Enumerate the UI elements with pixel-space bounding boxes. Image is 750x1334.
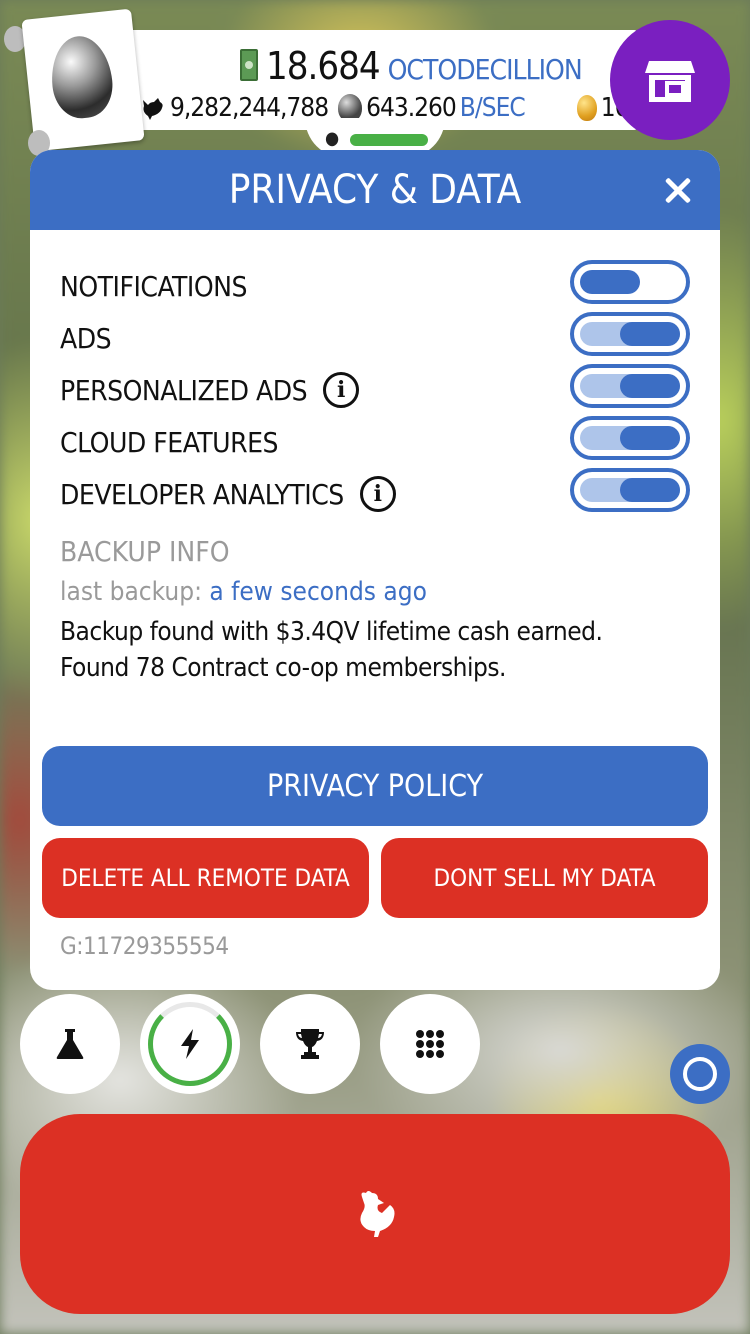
setting-label: DEVELOPER ANALYTICS [60,477,344,511]
golden-egg-icon [576,95,597,121]
privacy-dialog: PRIVACY & DATA NOTIFICATIONS ADS PERSONA… [30,150,720,990]
dont-sell-data-button[interactable]: DONT SELL MY DATA [381,838,708,918]
chicken-icon [360,1191,395,1237]
last-backup-value: a few seconds ago [209,577,427,607]
game-id: G:11729355554 [60,932,229,960]
settings-list: NOTIFICATIONS ADS PERSONALIZED ADS i CLO… [60,260,690,520]
research-button[interactable] [20,994,120,1094]
privacy-policy-button[interactable]: PRIVACY POLICY [42,746,708,826]
backup-coop-line: Found 78 Contract co-op memberships. [60,653,506,683]
developer-analytics-toggle[interactable] [570,468,690,512]
personalized-ads-toggle[interactable] [570,364,690,408]
trophy-icon [296,1029,324,1059]
boosts-button[interactable] [140,994,240,1094]
notifications-toggle[interactable] [570,260,690,304]
toggle-knob [580,270,640,294]
toggle-knob [620,374,680,398]
capacity-bar [350,134,428,146]
hatch-chicken-button[interactable] [20,1114,730,1314]
backup-info: BACKUP INFO last backup: a few seconds a… [60,535,690,689]
trophy-button[interactable] [260,994,360,1094]
setting-developer-analytics: DEVELOPER ANALYTICS i [60,468,690,520]
chicken-icon: ● [325,128,340,149]
close-button[interactable] [658,170,698,210]
info-icon[interactable]: i [359,476,396,512]
backup-title: BACKUP INFO [60,535,230,568]
flask-icon [56,1029,84,1059]
setting-label: NOTIFICATIONS [60,269,248,303]
setting-cloud-features: CLOUD FEATURES [60,416,690,468]
boost-progress-ring [148,1002,232,1086]
last-backup-label: last backup: [60,577,202,607]
toggle-knob [620,426,680,450]
setting-personalized-ads: PERSONALIZED ADS i [60,364,690,416]
delete-remote-data-button[interactable]: DELETE ALL REMOTE DATA [42,838,369,918]
setting-label: ADS [60,321,112,355]
setting-notifications: NOTIFICATIONS [60,260,690,312]
grid-icon [416,1030,444,1058]
cash-icon [240,49,258,81]
chicken-count: 9,282,244,788 [140,93,329,123]
shop-icon [645,61,695,102]
egg-rate-unit: B/SEC [459,93,526,123]
chicken-icon [143,98,163,120]
shop-button[interactable] [610,20,730,140]
backup-cash-line: Backup found with $3.4QV lifetime cash e… [60,617,603,647]
egg-icon [47,33,116,122]
setting-label: CLOUD FEATURES [60,425,278,459]
setting-ads: ADS [60,312,690,364]
camera-toggle-button[interactable] [670,1044,730,1104]
toggle-knob [620,322,680,346]
dialog-header: PRIVACY & DATA [30,150,720,230]
cash-display: 18.684 OCTODECILLION [240,44,583,90]
cash-value: 18.684 [266,44,381,88]
ads-toggle[interactable] [570,312,690,356]
setting-label: PERSONALIZED ADS [60,373,308,407]
info-icon[interactable]: i [323,372,360,408]
last-backup: last backup: a few seconds ago [60,577,690,617]
cash-unit: OCTODECILLION [387,53,583,86]
menu-grid-button[interactable] [380,994,480,1094]
dialog-title: PRIVACY & DATA [228,167,522,213]
toggle-knob [620,478,680,502]
cloud-features-toggle[interactable] [570,416,690,460]
